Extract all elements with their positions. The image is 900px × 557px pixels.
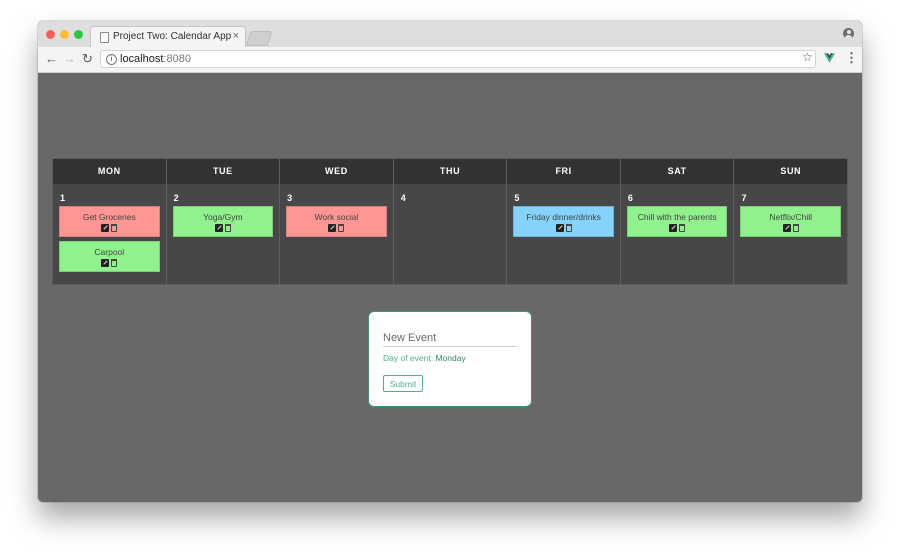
new-event-input[interactable] — [383, 330, 517, 347]
submit-button[interactable]: Submit — [383, 375, 423, 392]
url-port: :8080 — [163, 53, 191, 65]
day-column-thu: THU 4 — [393, 159, 508, 284]
day-number: 6 — [627, 193, 633, 203]
day-column-mon: MON 1 Get Groceries Carpool — [53, 159, 167, 284]
browser-window: Project Two: Calendar App × ← → ↻ i loca… — [38, 21, 862, 502]
event-card[interactable]: Chill with the parents — [626, 206, 728, 237]
event-title: Carpool — [94, 247, 125, 257]
day-number: 4 — [400, 193, 406, 203]
event-actions — [287, 224, 386, 232]
browser-menu-icon[interactable]: ⋮ — [845, 51, 858, 65]
day-column-fri: FRI 5 Friday dinner/drinks — [507, 159, 621, 284]
calendar-grid: MON 1 Get Groceries Carpool TUE 2 Yoga/Gym WED 3… — [52, 158, 848, 285]
zoom-window-button[interactable] — [74, 30, 83, 39]
trash-icon[interactable] — [224, 224, 231, 232]
edit-icon[interactable] — [782, 224, 791, 232]
day-header: FRI — [507, 159, 620, 184]
event-actions — [60, 224, 159, 232]
day-number: 1 — [60, 193, 66, 203]
minimize-window-button[interactable] — [60, 30, 69, 39]
edit-icon[interactable] — [669, 224, 678, 232]
event-card[interactable]: Friday dinner/drinks — [513, 206, 614, 237]
address-bar[interactable]: i localhost:8080 — [100, 50, 816, 68]
event-actions — [174, 224, 273, 232]
event-actions — [514, 224, 613, 232]
event-actions — [741, 224, 840, 232]
day-header: MON — [53, 159, 166, 184]
event-title: Friday dinner/drinks — [526, 212, 601, 222]
edit-icon[interactable] — [101, 259, 110, 267]
day-header: SUN — [734, 159, 848, 184]
event-card[interactable]: Netflix/Chill — [740, 206, 842, 237]
document-icon — [100, 32, 109, 43]
trash-icon[interactable] — [111, 224, 118, 232]
edit-icon[interactable] — [328, 224, 337, 232]
day-column-sun: SUN 7 Netflix/Chill — [734, 159, 848, 284]
day-header: THU — [393, 159, 507, 184]
event-card[interactable]: Work social — [286, 206, 387, 237]
event-card[interactable]: Get Groceries — [59, 206, 160, 237]
day-header: SAT — [620, 159, 734, 184]
forward-button[interactable]: → — [63, 52, 76, 66]
edit-icon[interactable] — [555, 224, 564, 232]
bookmark-star-icon[interactable]: ☆ — [802, 50, 813, 64]
day-number: 3 — [287, 193, 293, 203]
event-title: Yoga/Gym — [203, 212, 243, 222]
day-column-sat: SAT 6 Chill with the parents — [620, 159, 735, 284]
event-card[interactable]: Carpool — [59, 241, 160, 272]
day-of-event-label: Day of event: — [383, 353, 434, 363]
tab-strip: Project Two: Calendar App × — [38, 21, 862, 47]
event-title: Netflix/Chill — [769, 212, 813, 222]
new-event-card: Day of event: Monday Submit — [368, 311, 532, 407]
edit-icon[interactable] — [214, 224, 223, 232]
trash-icon[interactable] — [338, 224, 345, 232]
edit-icon[interactable] — [101, 224, 110, 232]
new-tab-button[interactable] — [245, 31, 273, 46]
browser-tab[interactable]: Project Two: Calendar App × — [90, 26, 246, 47]
trash-icon[interactable] — [111, 259, 118, 267]
day-header: WED — [280, 159, 393, 184]
tab-title: Project Two: Calendar App — [113, 31, 232, 42]
event-title: Work social — [314, 212, 359, 222]
day-number: 2 — [173, 193, 179, 203]
trash-icon[interactable] — [792, 224, 799, 232]
browser-toolbar: ← → ↻ i localhost:8080 ☆ ⋮ — [38, 47, 862, 73]
back-button[interactable]: ← — [45, 52, 58, 66]
url-host: localhost — [120, 53, 164, 65]
day-number: 5 — [514, 193, 520, 203]
trash-icon[interactable] — [679, 224, 686, 232]
profile-icon[interactable] — [843, 28, 854, 39]
close-window-button[interactable] — [46, 30, 55, 39]
day-of-event: Day of event: Monday — [383, 353, 466, 363]
event-title: Get Groceries — [82, 212, 136, 222]
day-header: TUE — [166, 159, 280, 184]
event-card[interactable]: Yoga/Gym — [172, 206, 274, 237]
tab-close-icon[interactable]: × — [233, 30, 239, 42]
url-text[interactable]: localhost:8080 — [120, 53, 191, 65]
day-column-tue: TUE 2 Yoga/Gym — [166, 159, 281, 284]
event-actions — [60, 259, 159, 267]
vue-devtools-icon[interactable] — [824, 53, 835, 63]
trash-icon[interactable] — [565, 224, 572, 232]
event-title: Chill with the parents — [637, 212, 717, 222]
day-column-wed: WED 3 Work social — [280, 159, 394, 284]
info-icon[interactable]: i — [106, 54, 117, 65]
day-number: 7 — [741, 193, 747, 203]
day-of-event-value: Monday — [435, 353, 466, 363]
event-actions — [628, 224, 727, 232]
reload-button[interactable]: ↻ — [82, 52, 93, 66]
